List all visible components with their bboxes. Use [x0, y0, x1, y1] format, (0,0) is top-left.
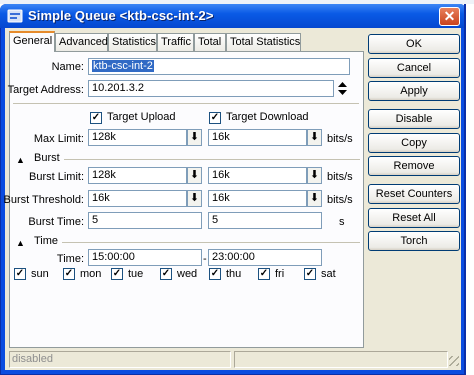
close-button[interactable]: ✕ — [439, 7, 460, 26]
name-input-value: ktb-csc-int-2 — [92, 60, 154, 72]
max-limit-label: Max Limit: — [33, 133, 84, 145]
tab-general[interactable]: General — [9, 31, 55, 52]
burst-time-label: Burst Time: — [28, 216, 84, 228]
day-checkbox-mon[interactable]: ✓ — [63, 268, 75, 280]
remove-button[interactable]: Remove — [368, 156, 460, 176]
day-checkbox-tue[interactable]: ✓ — [111, 268, 123, 280]
dropdown-arrow-icon[interactable]: ⬇ — [307, 167, 322, 184]
target-download-checkbox[interactable]: ✓ — [209, 112, 221, 124]
burst-threshold-upload-input[interactable]: 16k — [88, 190, 187, 207]
separator — [62, 242, 360, 243]
burst-time-units: s — [339, 216, 345, 228]
day-label-tue: tue — [128, 268, 144, 280]
day-checkbox-thu[interactable]: ✓ — [209, 268, 221, 280]
name-input[interactable]: ktb-csc-int-2 — [88, 58, 350, 75]
resize-grip-icon[interactable] — [449, 356, 459, 366]
copy-button[interactable]: Copy — [368, 133, 460, 153]
tab-total[interactable]: Total — [194, 33, 226, 51]
target-address-label: Target Address: — [7, 84, 84, 96]
burst-limit-units: bits/s — [327, 171, 353, 183]
time-range-dash: - — [203, 253, 207, 265]
background-window-edge — [464, 4, 466, 375]
collapse-triangle-icon[interactable]: ▲ — [16, 155, 25, 165]
day-label-sat: sat — [321, 268, 336, 280]
burst-limit-upload-input[interactable]: 128k — [88, 167, 187, 184]
burst-time-upload-input[interactable]: 5 — [88, 212, 202, 229]
tab-advanced[interactable]: Advanced — [55, 33, 108, 51]
burst-limit-download-input[interactable]: 16k — [208, 167, 307, 184]
burst-threshold-units: bits/s — [327, 194, 353, 206]
day-checkbox-fri[interactable]: ✓ — [258, 268, 270, 280]
day-label-mon: mon — [80, 268, 102, 280]
target-download-label: Target Download — [226, 111, 309, 123]
status-cell-empty — [234, 351, 448, 368]
reset-all-counters-button[interactable]: Reset All Counters — [368, 208, 460, 242]
max-limit-upload-input[interactable]: 128k — [88, 129, 187, 146]
dropdown-arrow-icon[interactable]: ⬇ — [187, 190, 202, 207]
status-state: disabled — [9, 351, 231, 368]
time-end-input[interactable]: 23:00:00 — [208, 249, 322, 266]
torch-button[interactable]: Torch — [368, 231, 460, 251]
burst-time-download-input[interactable]: 5 — [208, 212, 322, 229]
tab-statistics[interactable]: Statistics — [108, 33, 157, 51]
max-limit-units: bits/s — [327, 133, 353, 145]
reset-counters-button[interactable]: Reset Counters — [368, 184, 460, 204]
separator — [13, 103, 359, 104]
cancel-button[interactable]: Cancel — [368, 58, 460, 78]
day-checkbox-sun[interactable]: ✓ — [14, 268, 26, 280]
dropdown-arrow-icon[interactable]: ⬇ — [187, 167, 202, 184]
time-start-input[interactable]: 15:00:00 — [88, 249, 202, 266]
target-upload-checkbox[interactable]: ✓ — [90, 112, 102, 124]
time-label: Time: — [56, 253, 84, 265]
dropdown-arrow-icon[interactable]: ⬇ — [307, 190, 322, 207]
dropdown-arrow-icon[interactable]: ⬇ — [307, 129, 322, 146]
queue-app-icon — [7, 9, 23, 23]
up-down-icon[interactable] — [337, 81, 348, 96]
max-limit-download-input[interactable]: 16k — [208, 129, 307, 146]
time-section-title: Time — [34, 235, 59, 247]
window-title: Simple Queue <ktb-csc-int-2> — [28, 8, 214, 23]
collapse-triangle-icon[interactable]: ▲ — [16, 238, 25, 248]
name-label: Name: — [51, 61, 84, 73]
day-label-thu: thu — [226, 268, 242, 280]
tab-traffic[interactable]: Traffic — [157, 33, 194, 51]
day-label-fri: fri — [275, 268, 285, 280]
day-label-sun: sun — [31, 268, 49, 280]
burst-limit-label: Burst Limit: — [28, 171, 84, 183]
disable-button[interactable]: Disable — [368, 109, 460, 129]
day-label-wed: wed — [177, 268, 198, 280]
dropdown-arrow-icon[interactable]: ⬇ — [187, 129, 202, 146]
burst-section-title: Burst — [34, 152, 60, 164]
burst-threshold-download-input[interactable]: 16k — [208, 190, 307, 207]
target-address-input[interactable]: 10.201.3.2 — [88, 80, 334, 97]
tab-total-statistics[interactable]: Total Statistics — [226, 33, 301, 51]
ok-button[interactable]: OK — [368, 34, 460, 54]
separator — [64, 159, 360, 160]
burst-threshold-label: Burst Threshold: — [3, 194, 84, 206]
day-checkbox-wed[interactable]: ✓ — [160, 268, 172, 280]
target-upload-label: Target Upload — [107, 111, 176, 123]
apply-button[interactable]: Apply — [368, 81, 460, 101]
day-checkbox-sat[interactable]: ✓ — [304, 268, 316, 280]
